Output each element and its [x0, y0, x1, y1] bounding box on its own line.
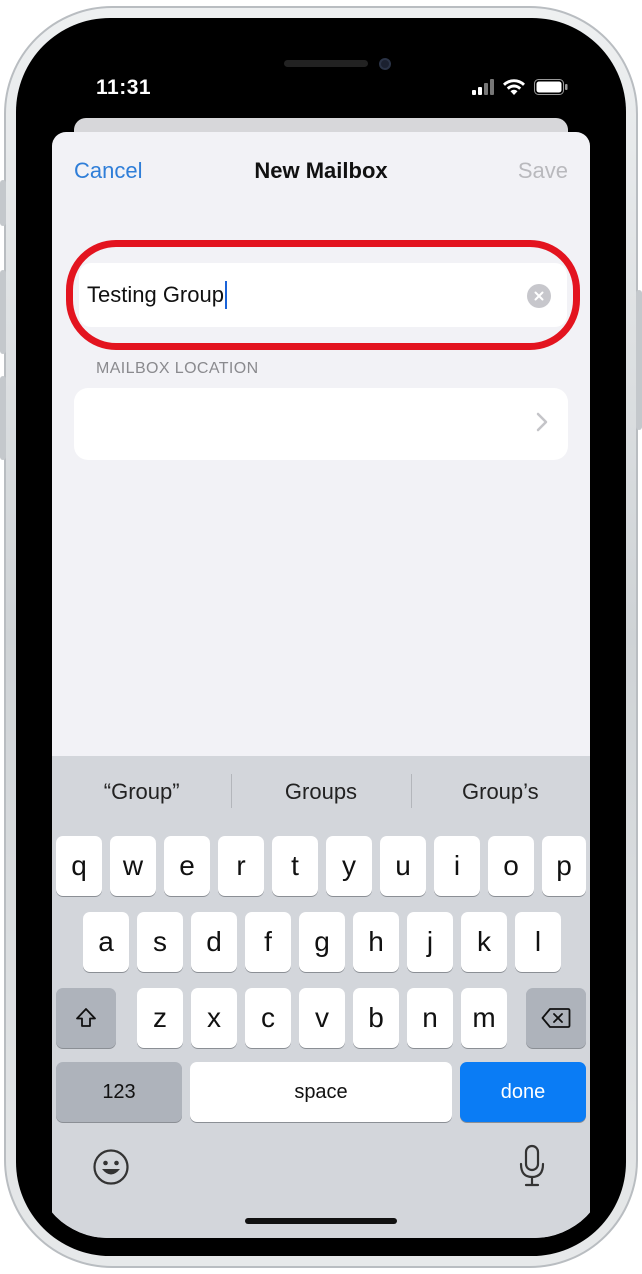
key-x[interactable]: x [191, 988, 237, 1048]
shift-icon [76, 1008, 96, 1027]
front-camera [379, 58, 391, 70]
keyboard: “Group” Groups Group’s q w e r t y u i o… [52, 756, 590, 1238]
highlight-outline: Testing Group [66, 240, 580, 350]
key-b[interactable]: b [353, 988, 399, 1048]
key-i[interactable]: i [434, 836, 480, 896]
emoji-icon[interactable] [92, 1148, 130, 1186]
status-icons [472, 78, 568, 96]
text-cursor [224, 281, 227, 309]
numbers-key[interactable]: 123 [56, 1062, 182, 1122]
mailbox-location-row[interactable] [74, 388, 568, 460]
key-v[interactable]: v [299, 988, 345, 1048]
microphone-icon[interactable] [517, 1144, 547, 1188]
space-key[interactable]: space [190, 1062, 452, 1122]
suggestion-item[interactable]: “Group” [52, 756, 231, 828]
suggestion-bar: “Group” Groups Group’s [52, 756, 590, 828]
chevron-right-icon [536, 412, 548, 432]
volume-down-button [0, 376, 6, 460]
key-f[interactable]: f [245, 912, 291, 972]
key-r[interactable]: r [218, 836, 264, 896]
key-o[interactable]: o [488, 836, 534, 896]
key-p[interactable]: p [542, 836, 586, 896]
suggestion-item[interactable]: Groups [231, 756, 410, 828]
key-l[interactable]: l [515, 912, 561, 972]
key-g[interactable]: g [299, 912, 345, 972]
mailbox-name-input[interactable]: Testing Group [79, 263, 567, 327]
clear-icon [534, 291, 544, 301]
wifi-icon [503, 79, 525, 95]
page-title: New Mailbox [254, 158, 388, 183]
key-e[interactable]: e [164, 836, 210, 896]
home-indicator[interactable] [245, 1218, 397, 1224]
power-button [636, 290, 642, 430]
key-n[interactable]: n [407, 988, 453, 1048]
shift-key[interactable] [56, 988, 116, 1048]
key-d[interactable]: d [191, 912, 237, 972]
key-q[interactable]: q [56, 836, 102, 896]
key-z[interactable]: z [137, 988, 183, 1048]
key-y[interactable]: y [326, 836, 372, 896]
new-mailbox-sheet: Cancel New Mailbox Save Testing Group MA… [52, 132, 590, 1238]
key-u[interactable]: u [380, 836, 426, 896]
suggestion-item[interactable]: Group’s [410, 756, 590, 828]
key-k[interactable]: k [461, 912, 507, 972]
key-s[interactable]: s [137, 912, 183, 972]
status-time: 11:31 [96, 76, 152, 99]
key-m[interactable]: m [461, 988, 507, 1048]
battery-icon [534, 79, 568, 95]
mailbox-location-label: MAILBOX LOCATION [96, 360, 259, 377]
earpiece-speaker [284, 60, 368, 67]
key-w[interactable]: w [110, 836, 156, 896]
key-h[interactable]: h [353, 912, 399, 972]
key-j[interactable]: j [407, 912, 453, 972]
key-t[interactable]: t [272, 836, 318, 896]
volume-up-button [0, 270, 6, 354]
delete-key[interactable] [526, 988, 586, 1048]
silent-switch [0, 180, 6, 226]
mailbox-name-value: Testing Group [87, 282, 224, 307]
phone-screen: 11:31 Cancel New Mailbox Save Testing Gr… [34, 36, 608, 1238]
key-c[interactable]: c [245, 988, 291, 1048]
save-button[interactable]: Save [518, 158, 568, 184]
done-key[interactable]: done [460, 1062, 586, 1122]
cellular-signal-icon [472, 79, 494, 95]
backspace-icon [541, 1008, 571, 1028]
key-a[interactable]: a [83, 912, 129, 972]
clear-text-button[interactable] [527, 284, 551, 308]
